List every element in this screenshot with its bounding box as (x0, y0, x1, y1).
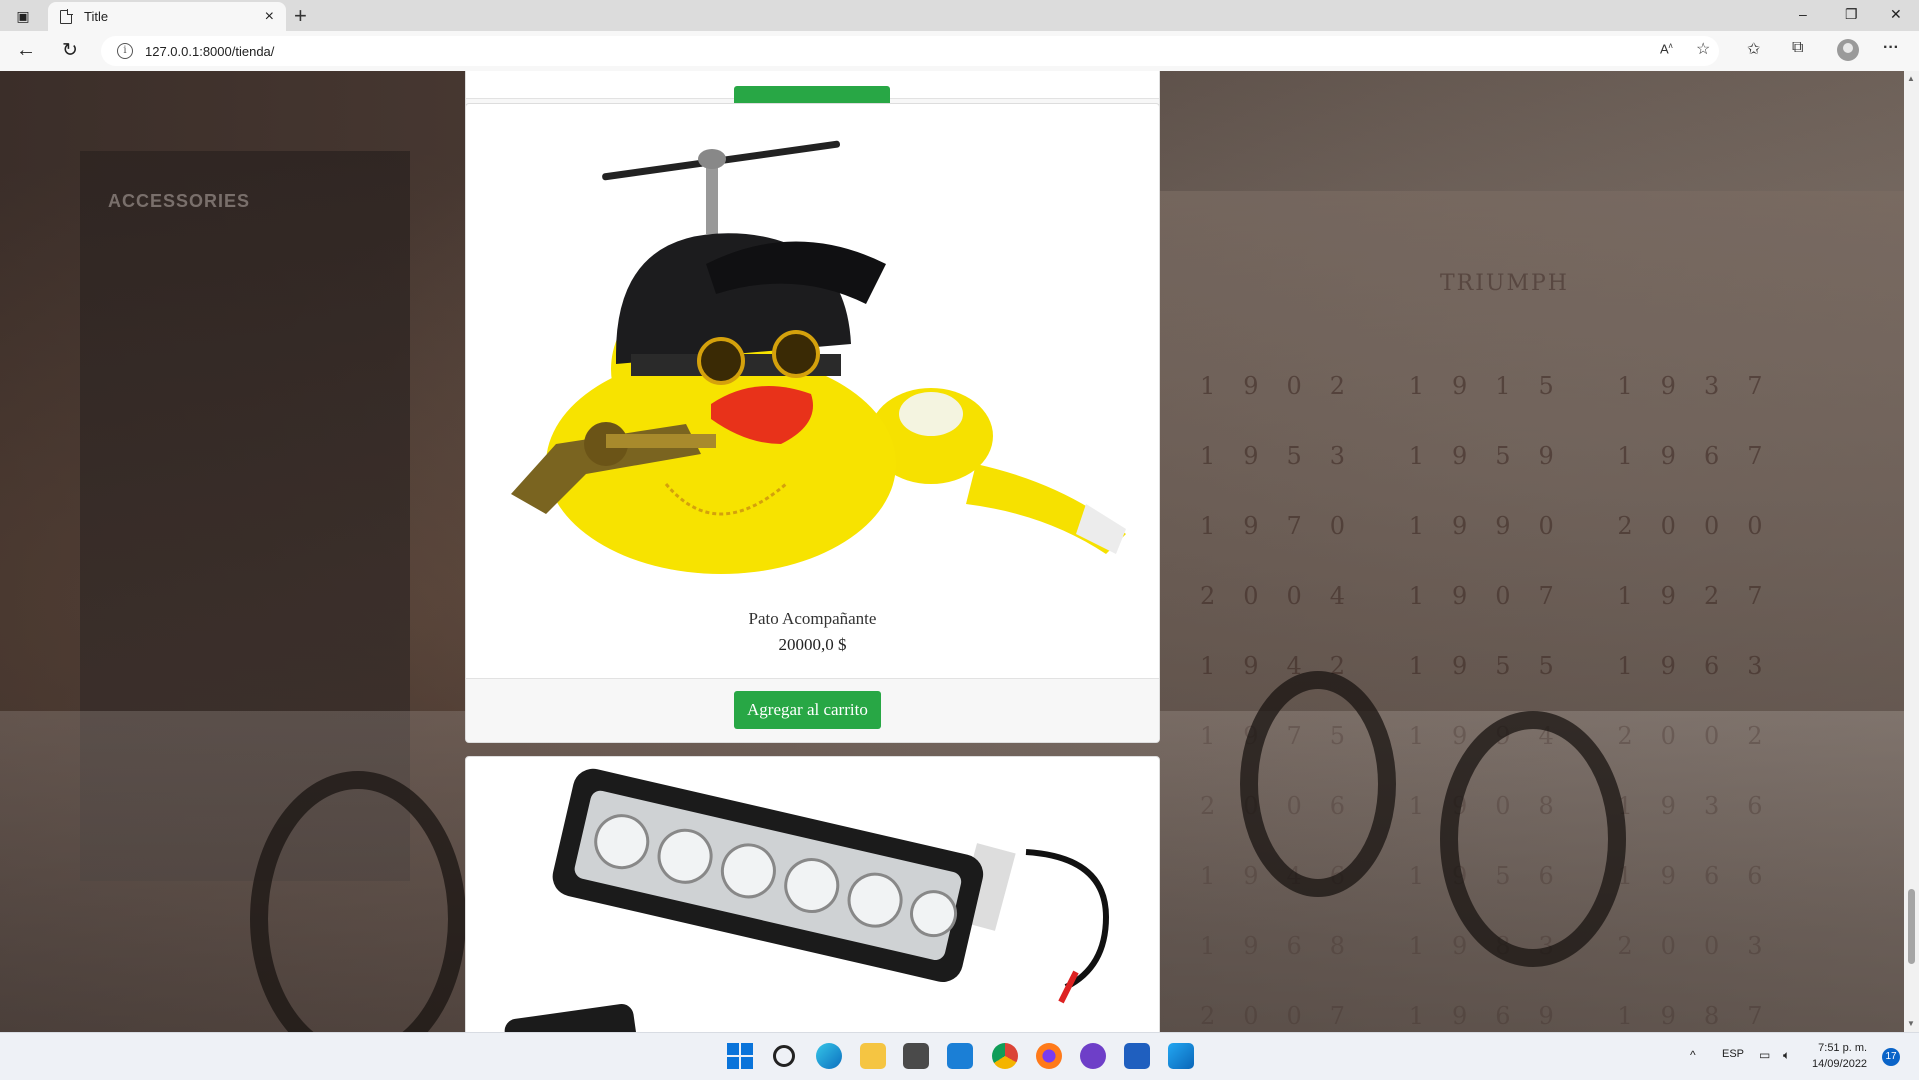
start-icon[interactable] (727, 1043, 753, 1069)
favorites-icon[interactable]: ✩ (1747, 39, 1760, 59)
page-icon (60, 8, 73, 24)
scroll-down-icon[interactable]: ▼ (1907, 1019, 1915, 1028)
clock-date: 14/09/2022 (1812, 1058, 1868, 1070)
background-motorcycle (1440, 711, 1626, 967)
background-motorcycle (1240, 671, 1396, 897)
page-viewport: 1902 1915 1937 1953 1959 1967 1970 1990 … (0, 71, 1904, 1032)
windows-taskbar: ^ ESP ▭ 🔈︎ 7:51 p. m. 14/09/2022 17 (0, 1032, 1919, 1080)
vscode-icon[interactable] (1168, 1043, 1194, 1069)
scrollbar-thumb[interactable] (1908, 889, 1915, 964)
read-aloud-icon[interactable]: Aʌ (1660, 41, 1673, 56)
firefox-icon[interactable] (1036, 1043, 1062, 1069)
card-footer: Agregar al carrito (466, 678, 1159, 742)
search-icon[interactable] (773, 1045, 795, 1067)
add-to-cart-button[interactable]: Agregar al carrito (734, 691, 881, 729)
product-image (511, 140, 1126, 574)
address-bar-row: ← ↻ i 127.0.0.1:8000/tienda/ Aʌ ☆ ✩ ⧉ ··… (0, 31, 1919, 72)
clock[interactable]: 7:51 p. m. 14/09/2022 (1812, 1040, 1867, 1072)
new-tab-button[interactable]: + (294, 3, 307, 29)
reload-icon[interactable]: ↻ (62, 39, 78, 62)
url-text: 127.0.0.1:8000/tienda/ (145, 43, 275, 59)
language-indicator[interactable]: ESP (1722, 1048, 1744, 1060)
back-icon[interactable]: ← (16, 39, 36, 62)
product-card: Pato Acompañante 20000,0 $ Agregar al ca… (465, 103, 1160, 743)
more-options-icon[interactable]: ··· (1883, 39, 1899, 57)
tab-title: Title (84, 9, 109, 24)
chrome-icon[interactable] (992, 1043, 1018, 1069)
word-icon[interactable] (1124, 1043, 1150, 1069)
background-brand-text: TRIUMPH (1440, 271, 1569, 296)
product-price: 20000,0 $ (778, 635, 847, 654)
github-icon[interactable] (1080, 1043, 1106, 1069)
mail-icon[interactable] (947, 1043, 973, 1069)
edge-icon[interactable] (816, 1043, 842, 1069)
product-card (465, 756, 1160, 1032)
profile-avatar[interactable] (1837, 39, 1859, 61)
notification-badge[interactable]: 17 (1882, 1048, 1900, 1066)
store-icon[interactable] (903, 1043, 929, 1069)
background-sign: ACCESSORIES (108, 191, 251, 211)
file-explorer-icon[interactable] (860, 1043, 886, 1069)
close-window-button[interactable]: ✕ (1890, 6, 1902, 23)
collections-icon[interactable]: ⧉ (1792, 39, 1803, 57)
url-field[interactable]: i 127.0.0.1:8000/tienda/ (101, 36, 1719, 66)
page-scrollbar[interactable]: ▲ ▼ (1904, 71, 1919, 1032)
add-favorite-icon[interactable]: ☆ (1696, 39, 1710, 59)
product-name: Pato Acompañante (748, 609, 877, 628)
tray-chevron-icon[interactable]: ^ (1690, 1048, 1696, 1062)
restore-button[interactable]: ❐ (1845, 6, 1858, 23)
scroll-up-icon[interactable]: ▲ (1907, 74, 1915, 83)
browser-tab-bar: ▣ Title × + – ❐ ✕ (0, 0, 1919, 31)
browser-tab[interactable]: Title × (48, 2, 286, 31)
close-tab-icon[interactable]: × (265, 8, 274, 26)
minimize-button[interactable]: – (1799, 6, 1807, 22)
site-info-icon[interactable]: i (117, 43, 133, 59)
volume-icon[interactable]: 🔈︎ (1783, 1048, 1790, 1063)
clock-time: 7:51 p. m. (1818, 1042, 1868, 1054)
product-image (504, 768, 1110, 1032)
tab-actions-icon[interactable]: ▣ (12, 6, 34, 26)
network-icon[interactable]: ▭ (1759, 1048, 1770, 1062)
